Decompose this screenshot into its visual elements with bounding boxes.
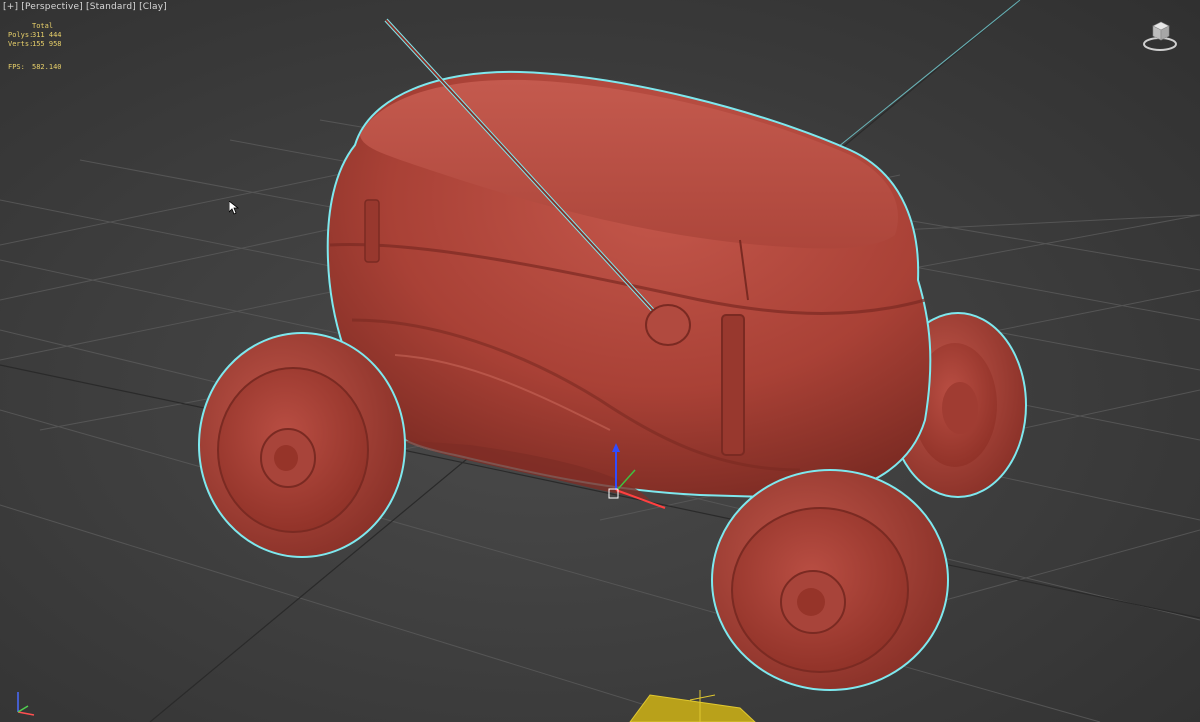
viewport-shading-button[interactable]: [Clay] bbox=[139, 2, 167, 12]
viewport-menu-button[interactable]: [+] bbox=[3, 2, 18, 12]
viewcube-icon[interactable] bbox=[1142, 18, 1178, 54]
front-left-wheel bbox=[198, 332, 406, 558]
polys-label: Polys: bbox=[8, 31, 34, 39]
fps-value: 582.140 bbox=[32, 63, 62, 71]
viewport-standard-button[interactable]: [Standard] bbox=[86, 2, 136, 12]
scene-canvas[interactable] bbox=[0, 0, 1200, 722]
viewport-label[interactable]: [+] [Perspective] [Standard] [Clay] bbox=[3, 2, 167, 12]
fps-label: FPS: bbox=[8, 63, 25, 71]
front-right-wheel bbox=[711, 469, 949, 691]
viewport-pov-button[interactable]: [Perspective] bbox=[21, 2, 83, 12]
polys-value: 311 444 bbox=[32, 31, 62, 39]
verts-label: Verts: bbox=[8, 40, 34, 48]
axis-tripod-icon bbox=[17, 692, 35, 716]
stats-header: Total bbox=[32, 22, 54, 30]
perspective-viewport[interactable]: [+] [Perspective] [Standard] [Clay] Tota… bbox=[0, 0, 1200, 722]
verts-value: 155 958 bbox=[32, 40, 62, 48]
scene-statistics: Total Polys: 311 444 Verts: 155 958 FPS: 58… bbox=[8, 22, 92, 72]
mouse-cursor-icon bbox=[229, 201, 239, 215]
light-object-icon bbox=[629, 690, 756, 722]
